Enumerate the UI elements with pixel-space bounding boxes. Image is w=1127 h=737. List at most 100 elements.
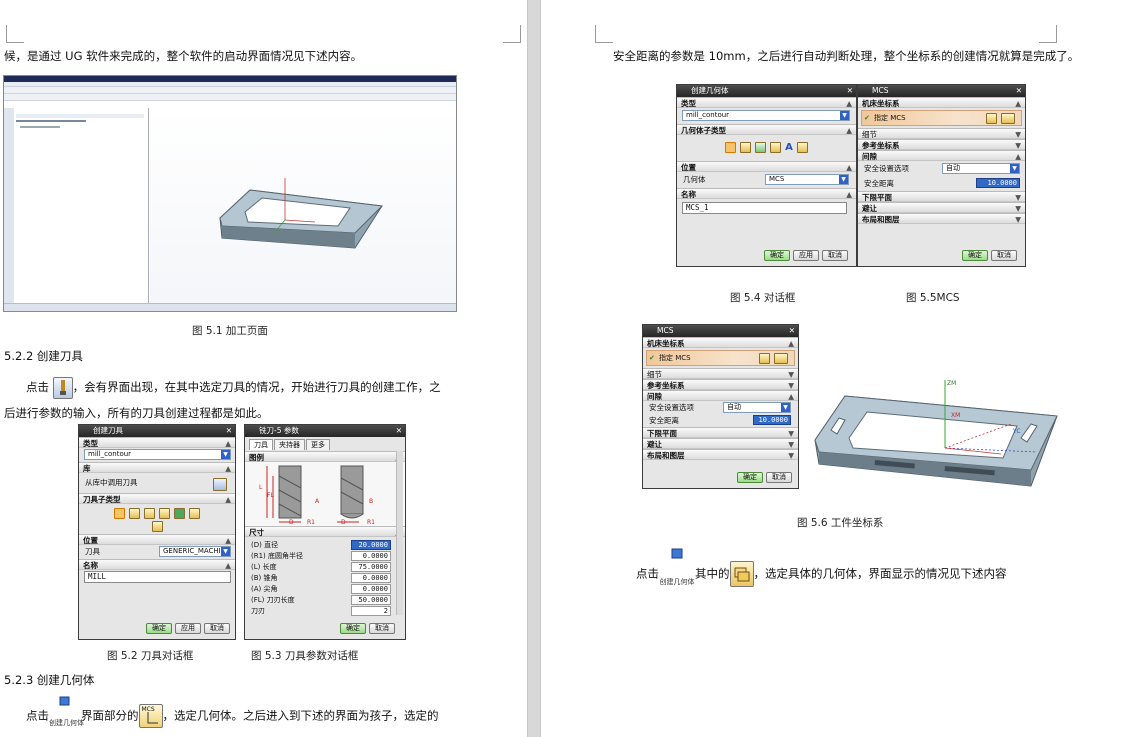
workpiece-geometry-icon[interactable] (729, 561, 754, 587)
section-avoidance[interactable]: 避让 ▼ (858, 202, 1025, 213)
csys-dialog-icon[interactable] (759, 353, 770, 364)
scrollbar[interactable] (396, 451, 403, 615)
ball-mill-icon[interactable] (129, 508, 140, 519)
section-reference-csys[interactable]: 参考坐标系 ▼ (643, 379, 798, 390)
create-geometry-icon[interactable]: 创建几何体 (49, 695, 84, 737)
dialog-buttons: 确定 取消 (959, 250, 1017, 261)
drill-icon[interactable] (144, 508, 155, 519)
safe-distance-input[interactable]: 10.0000 (753, 415, 791, 425)
right-intro-paragraph: 安全距离的参数是 10mm，之后进行自动判断处理，整个坐标系的创建情况就算是完成… (613, 49, 1080, 63)
mill-boundary-icon[interactable] (770, 142, 782, 153)
taper-angle-input[interactable]: 0.0000 (351, 573, 391, 583)
diameter-input[interactable]: 20.0000 (351, 540, 391, 550)
flute-length-input[interactable]: 50.0000 (351, 595, 391, 605)
close-icon[interactable]: ✕ (226, 425, 232, 437)
section-name[interactable]: 名称 ▲ (79, 559, 235, 570)
ok-button[interactable]: 确定 (737, 472, 763, 483)
t-cutter-icon[interactable] (159, 508, 170, 519)
section-library[interactable]: 库 ▲ (79, 462, 235, 473)
mcs-subtype-icon[interactable] (725, 142, 737, 153)
section-machine-csys[interactable]: 机床坐标系 ▲ (858, 97, 1025, 108)
tool-gen-icon[interactable] (151, 521, 163, 532)
position-tool-select[interactable]: GENERIC_MACHINE ▼ (159, 546, 231, 557)
length-input[interactable]: 75.0000 (351, 562, 391, 572)
section-tool-subtype[interactable]: 刀具子类型 ▲ (79, 493, 235, 504)
tab-holder[interactable]: 夹持器 (274, 439, 305, 450)
cancel-button[interactable]: 取消 (991, 250, 1017, 261)
cancel-button[interactable]: 取消 (204, 623, 230, 634)
csys-dialog-icon[interactable] (986, 113, 997, 124)
workpiece-icon[interactable] (740, 142, 752, 153)
dialog-buttons: 确定 取消 (337, 623, 395, 634)
figure-caption-5-2: 图 5.2 刀具对话框 (107, 650, 194, 662)
section-machine-csys[interactable]: 机床坐标系 ▲ (643, 337, 798, 348)
tab-tool[interactable]: 刀具 (249, 439, 273, 450)
close-icon[interactable]: ✕ (396, 425, 402, 437)
section-layout-layer[interactable]: 布局和图层 ▼ (643, 449, 798, 460)
barrel-tool-icon[interactable] (174, 508, 185, 519)
specify-mcs-row[interactable]: ✔ 指定 MCS (861, 110, 1022, 126)
apply-button[interactable]: 应用 (175, 623, 201, 634)
section-size[interactable]: 尺寸▲ (245, 526, 405, 537)
cancel-button[interactable]: 取消 (766, 472, 792, 483)
section-position[interactable]: 位置 ▲ (677, 161, 856, 172)
section-type[interactable]: 类型 ▲ (677, 97, 856, 108)
section-clearance[interactable]: 间隙 ▲ (643, 390, 798, 401)
collapse-icon: ▲ (788, 339, 794, 348)
mcs-icon[interactable]: MCS (138, 704, 163, 728)
mill-area-icon[interactable] (755, 142, 767, 153)
cancel-button[interactable]: 取消 (822, 250, 848, 261)
section-type[interactable]: 类型 ▲ (79, 437, 235, 448)
figure-caption-5-4: 图 5.4 对话框 (730, 292, 796, 304)
clearance-option-select[interactable]: 自动 ▼ (723, 402, 791, 413)
section-position[interactable]: 位置 ▲ (79, 534, 235, 545)
section-detail[interactable]: 细节 ▼ (643, 368, 798, 379)
section-clearance[interactable]: 间隙 ▲ (858, 150, 1025, 161)
geometry-type-select[interactable]: mill_contour ▼ (682, 110, 850, 121)
mill-tool-icon[interactable] (114, 508, 125, 519)
ok-button[interactable]: 确定 (962, 250, 988, 261)
dialog-buttons: 确定 取消 (734, 472, 792, 483)
flutes-input[interactable]: 2 (351, 606, 391, 616)
section-name[interactable]: 名称 ▲ (677, 188, 856, 199)
create-tool-icon[interactable] (52, 376, 73, 399)
chevron-down-icon: ▼ (1010, 164, 1019, 173)
library-browse-icon[interactable] (213, 478, 227, 491)
specify-mcs-row[interactable]: ✔ 指定 MCS (646, 350, 795, 366)
mill-geom-icon[interactable] (796, 142, 808, 153)
cam-toolbar (4, 87, 456, 94)
section-lower-limit[interactable]: 下限平面 ▼ (643, 427, 798, 438)
lower-radius-input[interactable]: 0.0000 (351, 551, 391, 561)
create-geometry-icon[interactable]: 创建几何体 (659, 547, 695, 601)
csys-dropdown-icon[interactable] (1001, 113, 1015, 124)
holder-icon[interactable] (189, 508, 200, 519)
section-detail[interactable]: 细节 ▼ (858, 128, 1025, 139)
ok-button[interactable]: 确定 (146, 623, 172, 634)
tool-name-input[interactable]: MILL (84, 571, 231, 583)
section-lower-limit[interactable]: 下限平面 ▼ (858, 191, 1025, 202)
apply-button[interactable]: 应用 (793, 250, 819, 261)
tip-angle-input[interactable]: 0.0000 (351, 584, 391, 594)
cancel-button[interactable]: 取消 (369, 623, 395, 634)
section-heading-5-2-3: 5.2.3 创建几何体 (4, 673, 95, 687)
tab-more[interactable]: 更多 (306, 439, 330, 450)
type-select[interactable]: mill_contour ▼ (84, 449, 231, 460)
section-geometry-subtype[interactable]: 几何体子类型 ▲ (677, 124, 856, 135)
section-layout-layer[interactable]: 布局和图层 ▼ (858, 213, 1025, 224)
paragraph-create-tool-line1: 点击 ，会有界面出现，在其中选定刀具的情况，开始进行刀具的创建工作，之 (26, 375, 441, 399)
mill-text-icon[interactable]: A (785, 142, 793, 153)
section-reference-csys[interactable]: 参考坐标系 ▼ (858, 139, 1025, 150)
csys-dropdown-icon[interactable] (774, 353, 788, 364)
safe-distance-input[interactable]: 10.0000 (976, 178, 1020, 188)
ok-button[interactable]: 确定 (340, 623, 366, 634)
clearance-option-select[interactable]: 自动 ▼ (942, 163, 1020, 174)
close-icon[interactable]: ✕ (847, 85, 853, 97)
ok-button[interactable]: 确定 (764, 250, 790, 261)
geometry-name-input[interactable]: MCS_1 (682, 202, 847, 214)
dialog-titlebar: MCS ✕ (858, 85, 1025, 97)
close-icon[interactable]: ✕ (1016, 85, 1022, 97)
position-geometry-select[interactable]: MCS ▼ (765, 174, 849, 185)
close-icon[interactable]: ✕ (789, 325, 795, 337)
section-diagram[interactable]: 图例▲ (245, 451, 405, 462)
section-avoidance[interactable]: 避让 ▼ (643, 438, 798, 449)
